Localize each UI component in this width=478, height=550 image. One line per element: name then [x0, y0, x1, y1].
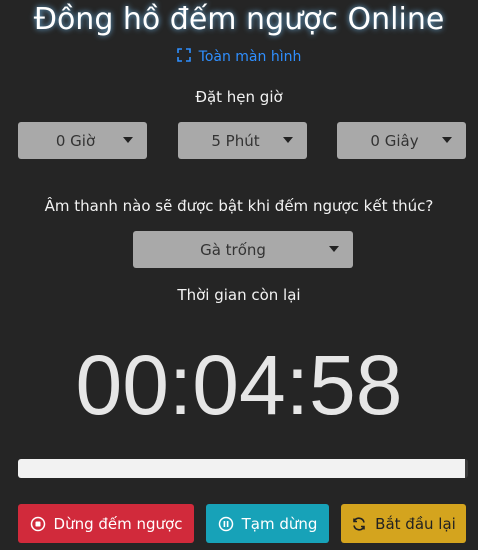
- stop-countdown-button[interactable]: Dừng đếm ngược: [18, 504, 194, 543]
- pause-button[interactable]: Tạm dừng: [206, 504, 329, 543]
- hours-select[interactable]: 0 Giờ: [18, 122, 147, 159]
- restart-button[interactable]: Bắt đầu lại: [341, 504, 466, 543]
- stop-countdown-label: Dừng đếm ngược: [53, 514, 183, 533]
- chevron-down-icon: [283, 137, 293, 143]
- progress-bar: [18, 459, 468, 478]
- minutes-select[interactable]: 5 Phút: [178, 122, 307, 159]
- chevron-down-icon: [123, 137, 133, 143]
- progress-fill: [18, 459, 465, 478]
- chevron-down-icon: [442, 137, 452, 143]
- stop-icon: [30, 516, 46, 532]
- pause-icon: [218, 516, 234, 532]
- seconds-select[interactable]: 0 Giây: [337, 122, 466, 159]
- restart-label: Bắt đầu lại: [375, 514, 456, 533]
- sound-select-value: Gà trống: [200, 240, 266, 259]
- pause-label: Tạm dừng: [241, 514, 318, 533]
- hours-select-value: 0 Giờ: [55, 131, 96, 150]
- seconds-select-value: 0 Giây: [370, 131, 419, 150]
- minutes-select-value: 5 Phút: [211, 131, 260, 150]
- fullscreen-label: Toàn màn hình: [198, 49, 302, 65]
- countdown-display: 00:04:58: [75, 338, 403, 432]
- fullscreen-icon: [176, 48, 191, 66]
- remaining-label: Thời gian còn lại: [177, 286, 301, 304]
- set-time-label: Đặt hẹn giờ: [195, 88, 283, 106]
- chevron-down-icon: [329, 246, 339, 252]
- sound-select[interactable]: Gà trống: [133, 231, 353, 268]
- sound-question: Âm thanh nào sẽ được bật khi đếm ngược k…: [44, 197, 434, 215]
- fullscreen-link[interactable]: Toàn màn hình: [0, 48, 478, 66]
- page-title: Đồng hồ đếm ngược Online: [33, 2, 445, 37]
- refresh-icon: [351, 516, 367, 532]
